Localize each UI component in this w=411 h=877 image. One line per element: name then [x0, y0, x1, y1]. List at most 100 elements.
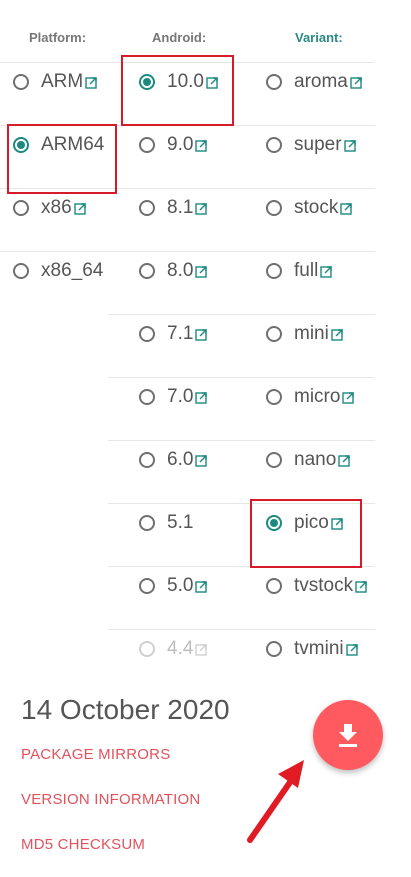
external-link-icon[interactable]: [195, 580, 208, 593]
variant-label: tvmini: [294, 638, 344, 659]
external-link-icon[interactable]: [338, 454, 351, 467]
variant-option[interactable]: micro: [266, 384, 355, 410]
android-version-label: 9.0: [167, 134, 194, 155]
external-link-icon[interactable]: [195, 202, 208, 215]
version-information-link[interactable]: VERSION INFORMATION: [21, 791, 200, 808]
android-version-label: 8.0: [167, 260, 194, 281]
radio-icon[interactable]: [266, 137, 282, 153]
external-link-icon[interactable]: [340, 202, 353, 215]
radio-icon[interactable]: [13, 263, 29, 279]
radio-icon[interactable]: [266, 641, 282, 657]
annotation-arrow-icon: [247, 760, 304, 843]
download-button[interactable]: [313, 700, 383, 770]
variant-label: mini: [294, 323, 329, 344]
variant-option[interactable]: mini: [266, 321, 344, 347]
variant-label: nano: [294, 449, 337, 470]
external-link-icon[interactable]: [73, 202, 87, 215]
radio-icon[interactable]: [13, 200, 29, 216]
platform-label: x86: [41, 197, 72, 218]
android-version-label: 7.0: [167, 386, 194, 407]
variant-label: super: [294, 134, 342, 155]
highlight-box-android: [121, 55, 234, 126]
platform-option[interactable]: x86: [13, 195, 87, 221]
row-divider: [108, 629, 375, 630]
platform-label: x86_64: [41, 260, 104, 281]
variant-label: full: [294, 260, 319, 281]
android-version-label: 5.0: [167, 575, 194, 596]
android-version-option[interactable]: 6.0: [139, 447, 208, 473]
android-version-option[interactable]: 8.1: [139, 195, 208, 221]
radio-icon[interactable]: [139, 326, 155, 342]
package-mirrors-link[interactable]: PACKAGE MIRRORS: [21, 746, 170, 763]
radio-icon[interactable]: [266, 326, 282, 342]
radio-icon[interactable]: [266, 263, 282, 279]
platform-option[interactable]: x86_64: [13, 258, 103, 284]
variant-label: tvstock: [294, 575, 354, 596]
radio-icon: [139, 641, 155, 657]
external-link-icon[interactable]: [195, 454, 208, 467]
external-link-icon[interactable]: [345, 643, 359, 656]
radio-icon[interactable]: [139, 515, 155, 531]
external-link-icon[interactable]: [195, 391, 208, 404]
radio-icon[interactable]: [139, 263, 155, 279]
android-version-option[interactable]: 8.0: [139, 258, 208, 284]
radio-icon[interactable]: [266, 200, 282, 216]
external-link-icon[interactable]: [195, 265, 208, 278]
radio-icon[interactable]: [266, 389, 282, 405]
android-version-option[interactable]: 9.0: [139, 132, 208, 158]
android-version-label: 6.0: [167, 449, 194, 470]
external-link-icon[interactable]: [195, 139, 208, 152]
row-divider: [108, 377, 375, 378]
variant-header: Variant:: [295, 30, 343, 45]
radio-icon[interactable]: [139, 389, 155, 405]
android-version-option[interactable]: 7.0: [139, 384, 208, 410]
external-link-icon[interactable]: [342, 391, 355, 404]
radio-icon[interactable]: [266, 74, 282, 90]
platform-option[interactable]: ARM: [13, 69, 98, 95]
android-version-label: 5.1: [167, 512, 194, 533]
radio-icon[interactable]: [266, 578, 282, 594]
external-link-icon[interactable]: [343, 139, 357, 152]
android-header: Android:: [152, 30, 207, 45]
release-date: 14 October 2020: [21, 694, 230, 725]
variant-label: stock: [294, 197, 339, 218]
radio-icon[interactable]: [139, 200, 155, 216]
md5-checksum-link[interactable]: MD5 CHECKSUM: [21, 836, 145, 853]
external-link-icon[interactable]: [331, 328, 344, 341]
radio-icon[interactable]: [139, 137, 155, 153]
radio-icon[interactable]: [139, 578, 155, 594]
external-link-icon[interactable]: [195, 328, 208, 341]
radio-icon[interactable]: [13, 74, 29, 90]
variant-option[interactable]: tvmini: [266, 636, 359, 662]
highlight-box-platform: [7, 124, 117, 194]
android-version-label: 7.1: [167, 323, 194, 344]
variant-label: micro: [294, 386, 341, 407]
external-link-icon[interactable]: [85, 76, 98, 89]
android-version-label: 4.4: [167, 638, 194, 659]
platform-header: Platform:: [29, 30, 87, 45]
row-divider: [0, 251, 375, 252]
row-divider: [108, 440, 375, 441]
external-link-icon[interactable]: [350, 76, 363, 89]
external-link-icon[interactable]: [320, 265, 333, 278]
variant-option[interactable]: full: [266, 258, 333, 284]
download-icon: [339, 724, 357, 747]
variant-label: aroma: [294, 71, 348, 92]
row-divider: [108, 314, 375, 315]
external-link-icon[interactable]: [355, 580, 368, 593]
variant-option[interactable]: nano: [266, 447, 351, 473]
variant-option[interactable]: tvstock: [266, 573, 368, 599]
radio-icon[interactable]: [266, 452, 282, 468]
android-version-option[interactable]: 5.1: [139, 510, 193, 536]
radio-icon[interactable]: [139, 452, 155, 468]
variant-option[interactable]: super: [266, 132, 357, 158]
highlight-box-variant: [250, 499, 362, 568]
android-version-option: 4.4: [139, 636, 208, 662]
variant-option[interactable]: stock: [266, 195, 353, 221]
external-link-icon[interactable]: [195, 643, 208, 656]
android-version-option[interactable]: 7.1: [139, 321, 208, 347]
android-version-option[interactable]: 5.0: [139, 573, 208, 599]
variant-option[interactable]: aroma: [266, 69, 363, 95]
android-version-label: 8.1: [167, 197, 194, 218]
platform-label: ARM: [41, 71, 84, 92]
